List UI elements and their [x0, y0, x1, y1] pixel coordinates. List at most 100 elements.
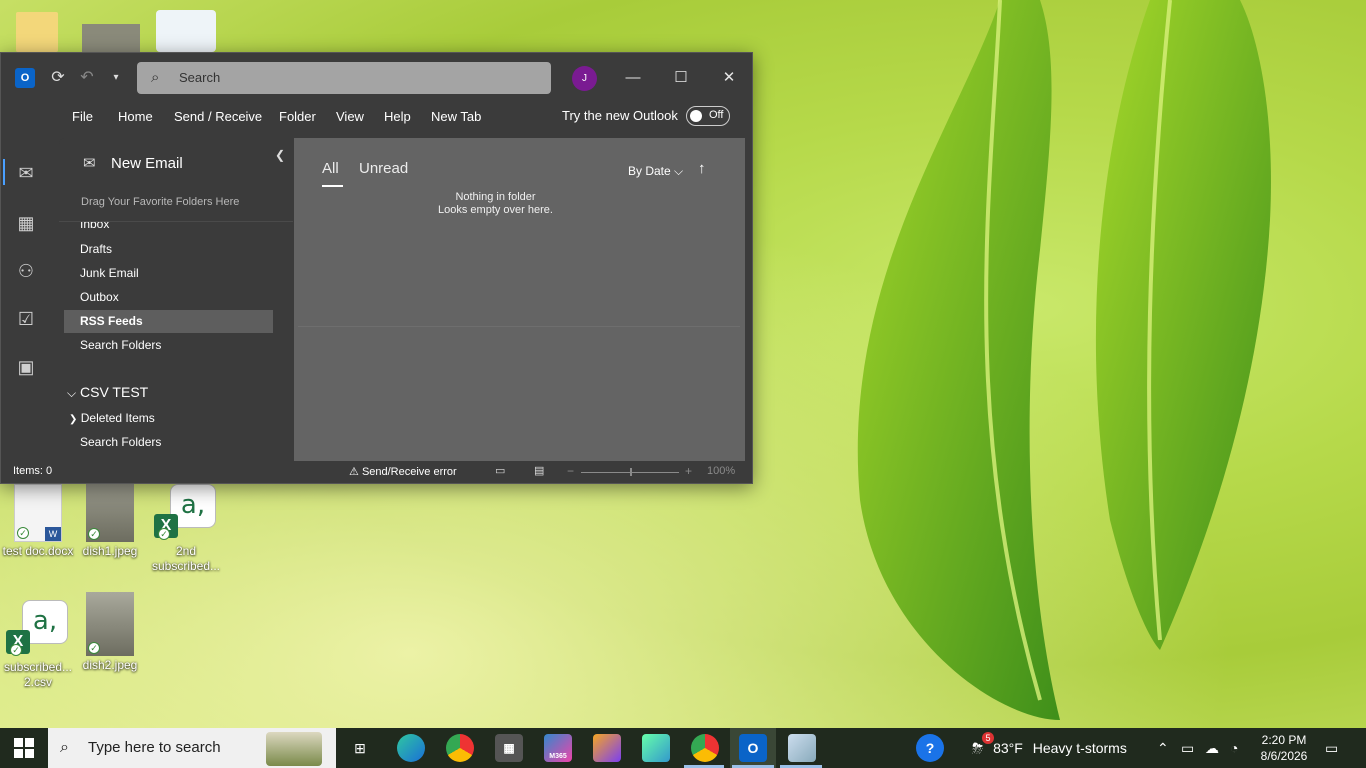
- search-box[interactable]: ⌕ Search: [137, 62, 551, 94]
- sort-direction-icon[interactable]: ↑: [698, 160, 706, 177]
- chevron-down-icon: ⌵: [674, 164, 684, 178]
- expand-right-chevron-icon: ❯: [69, 414, 78, 425]
- folder-rss-feeds[interactable]: RSS Feeds: [64, 310, 273, 333]
- desktop-icon-bird-top[interactable]: [156, 10, 216, 52]
- folder-search-folders[interactable]: Search Folders: [80, 338, 161, 352]
- onedrive-icon[interactable]: ☁: [1205, 728, 1219, 768]
- folder-junk-email[interactable]: Junk Email: [80, 266, 139, 280]
- sync-icon[interactable]: ⟳: [47, 67, 69, 89]
- items-count: Items: 0: [13, 465, 53, 477]
- csv-thumbnail: a, X ✓: [6, 600, 68, 658]
- folder-deleted-items[interactable]: ❯ Deleted Items: [69, 411, 155, 425]
- menu-help[interactable]: Help: [384, 109, 411, 124]
- tab-all-underline: [322, 185, 343, 187]
- menu-home[interactable]: Home: [118, 109, 153, 124]
- calendar-icon[interactable]: ▦: [14, 211, 38, 235]
- toggle-label: Off: [709, 109, 724, 121]
- folder-account-search-folders[interactable]: Search Folders: [80, 435, 161, 449]
- tasks-icon[interactable]: ☑: [14, 307, 38, 331]
- sort-label: By Date: [628, 164, 671, 178]
- account-header[interactable]: ⌵ CSV TEST: [67, 384, 148, 401]
- desktop-icon-label: 2nd subscribed...: [151, 544, 221, 573]
- folder-drafts[interactable]: Drafts: [80, 242, 112, 256]
- menu-folder[interactable]: Folder: [279, 109, 316, 124]
- new-email-button[interactable]: ✉ New Email: [83, 154, 183, 172]
- app-icon[interactable]: [788, 734, 816, 762]
- folder-list-clip: Inbox: [59, 222, 293, 234]
- outlook-window: O ⟳ ↶ ▾ ⌕ Search J — ☐ ✕ ✉ ▦ ⚇ ☑ ▣ File …: [0, 52, 753, 484]
- customize-qat-icon[interactable]: ▾: [105, 67, 127, 89]
- new-email-label: New Email: [111, 155, 183, 172]
- chrome-profile-icon[interactable]: [691, 734, 719, 762]
- desktop-icon-label: dish1.jpeg: [82, 544, 138, 558]
- sync-check-icon: ✓: [88, 642, 100, 654]
- expand-chevron-icon: ⌵: [67, 386, 77, 400]
- account-name: CSV TEST: [80, 384, 149, 400]
- zoom-out-icon[interactable]: −: [567, 464, 574, 478]
- help-icon[interactable]: ?: [916, 734, 944, 762]
- minimize-button[interactable]: —: [619, 65, 647, 91]
- empty-folder-title: Nothing in folder: [455, 191, 536, 203]
- paint-icon[interactable]: [593, 734, 621, 762]
- chrome-icon[interactable]: [446, 734, 474, 762]
- normal-view-icon[interactable]: ▭: [495, 464, 511, 478]
- collapse-pane-icon[interactable]: ❮: [275, 148, 285, 162]
- start-button[interactable]: [14, 738, 34, 758]
- m365-label: M365: [549, 753, 567, 760]
- outlook-taskbar-icon[interactable]: O: [739, 734, 767, 762]
- desktop-icon-folder-top[interactable]: [16, 12, 58, 52]
- tab-all[interactable]: All: [322, 160, 339, 177]
- edge-icon[interactable]: [397, 734, 425, 762]
- zoom-slider-thumb[interactable]: [630, 468, 632, 476]
- toggle-knob: [690, 110, 702, 122]
- apps-icon[interactable]: ▣: [14, 355, 38, 379]
- zoom-level[interactable]: 100%: [707, 465, 735, 477]
- clock[interactable]: 2:20 PM 8/6/2026: [1258, 732, 1310, 764]
- desktop-icon-2nd-subscribed[interactable]: a, X ✓ 2nd subscribed...: [148, 484, 224, 574]
- maximize-button[interactable]: ☐: [667, 65, 695, 91]
- mail-icon[interactable]: ✉: [14, 161, 38, 185]
- tab-unread[interactable]: Unread: [359, 160, 408, 177]
- menu-file[interactable]: File: [72, 109, 93, 124]
- notification-center-icon[interactable]: ▭: [1325, 728, 1338, 768]
- weather-widget[interactable]: ⛈ 5 83°F Heavy t-storms: [972, 728, 1127, 768]
- snipping-icon[interactable]: [642, 734, 670, 762]
- taskbar-search[interactable]: ⌕ Type here to search: [48, 728, 336, 768]
- weather-temp: 83°F: [993, 740, 1023, 756]
- desktop-icon-dish2[interactable]: ✓ dish2.jpeg: [72, 592, 148, 673]
- menu-new-tab[interactable]: New Tab: [431, 109, 481, 124]
- navigation-rail: ✉ ▦ ⚇ ☑ ▣: [1, 103, 51, 463]
- wifi-icon[interactable]: ◔: [1230, 728, 1238, 768]
- sync-check-icon: ✓: [10, 644, 22, 656]
- zoom-in-icon[interactable]: +: [685, 464, 692, 478]
- pane-divider: [298, 326, 740, 327]
- new-outlook-toggle[interactable]: Off: [686, 106, 730, 126]
- send-receive-error[interactable]: ⚠ Send/Receive error: [349, 465, 457, 478]
- reading-view-icon[interactable]: ▤: [534, 464, 550, 478]
- desktop-icon-image-top[interactable]: [82, 24, 140, 52]
- close-button[interactable]: ✕: [715, 65, 743, 91]
- task-view-icon[interactable]: ⊞: [346, 734, 374, 762]
- calculator-icon[interactable]: ▦: [495, 734, 523, 762]
- desktop-icon-dish1[interactable]: ✓ dish1.jpeg: [72, 484, 148, 559]
- sort-dropdown[interactable]: By Date ⌵: [628, 164, 683, 179]
- battery-icon[interactable]: ▭: [1181, 728, 1194, 768]
- people-icon[interactable]: ⚇: [14, 259, 38, 283]
- menu-send-receive[interactable]: Send / Receive: [174, 109, 262, 124]
- desktop-icon-subscribed-csv[interactable]: a, X ✓ subscribed... 2.csv: [0, 600, 76, 690]
- sync-check-icon: ✓: [88, 528, 100, 540]
- menu-view[interactable]: View: [336, 109, 364, 124]
- show-hidden-icons[interactable]: ⌃: [1157, 728, 1169, 768]
- avatar[interactable]: J: [572, 66, 597, 91]
- desktop-icon-test-doc[interactable]: W ✓ test doc.docx: [0, 484, 76, 559]
- csv-thumbnail: a, X ✓: [154, 484, 216, 542]
- weather-storm-icon: ⛈ 5: [972, 732, 994, 756]
- folder-inbox[interactable]: Inbox: [80, 222, 109, 231]
- status-bar: Items: 0 ⚠ Send/Receive error ▭ ▤ − + 10…: [1, 461, 752, 483]
- folder-deleted-items-label: Deleted Items: [80, 411, 155, 425]
- undo-icon[interactable]: ↶: [76, 67, 98, 89]
- m365-icon[interactable]: M365: [544, 734, 572, 762]
- folder-outbox[interactable]: Outbox: [80, 290, 119, 304]
- image-thumbnail: ✓: [86, 484, 134, 542]
- search-icon: ⌕: [60, 739, 69, 756]
